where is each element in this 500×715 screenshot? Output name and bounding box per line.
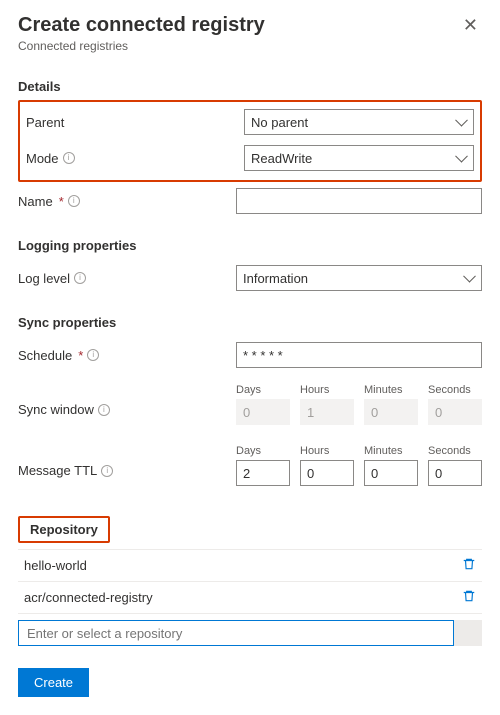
schedule-label: Schedule [18, 348, 72, 363]
section-logging-title: Logging properties [18, 238, 482, 253]
loglevel-select[interactable]: Information [236, 265, 482, 291]
minutes-label: Minutes [364, 384, 418, 396]
required-indicator: * [78, 348, 83, 363]
repository-item: hello-world [18, 550, 482, 582]
info-icon[interactable]: i [87, 349, 99, 361]
loglevel-label: Log level [18, 271, 70, 286]
info-icon[interactable]: i [98, 404, 110, 416]
page-title: Create connected registry [18, 14, 265, 37]
repository-name: acr/connected-registry [24, 590, 153, 605]
name-label: Name [18, 194, 53, 209]
seconds-label: Seconds [428, 445, 482, 457]
syncwindow-seconds-input [428, 399, 482, 425]
minutes-label: Minutes [364, 445, 418, 457]
panel-footer: Create [18, 668, 482, 697]
syncwindow-hours-input [300, 399, 354, 425]
syncwindow-minutes-input [364, 399, 418, 425]
mode-select[interactable]: ReadWrite [244, 145, 474, 171]
trash-icon[interactable] [462, 589, 476, 606]
hours-label: Hours [300, 445, 354, 457]
repository-name: hello-world [24, 558, 87, 573]
message-ttl-group: Days Hours Minutes Seconds [236, 445, 482, 486]
trash-icon[interactable] [462, 557, 476, 574]
repo-add-spacer [454, 620, 482, 646]
repository-section: Repository hello-world acr/connected-reg… [18, 516, 482, 646]
syncwindow-label: Sync window [18, 402, 94, 417]
section-details-title: Details [18, 79, 482, 94]
info-icon[interactable]: i [63, 152, 75, 164]
syncwindow-days-input [236, 399, 290, 425]
sync-window-group: Days Hours Minutes Seconds [236, 384, 482, 425]
panel-header: Create connected registry Connected regi… [18, 14, 482, 53]
mode-label: Mode [26, 151, 59, 166]
schedule-input[interactable] [236, 342, 482, 368]
repository-add-row [18, 614, 482, 646]
repository-header: Repository [18, 516, 110, 543]
name-input[interactable] [236, 188, 482, 214]
messagettl-days-input[interactable] [236, 460, 290, 486]
parent-select[interactable]: No parent [244, 109, 474, 135]
details-highlight-box: Parent No parent Mode i ReadWrite [18, 100, 482, 182]
messagettl-seconds-input[interactable] [428, 460, 482, 486]
parent-label: Parent [26, 115, 64, 130]
required-indicator: * [59, 194, 64, 209]
section-sync-title: Sync properties [18, 315, 482, 330]
repository-list: hello-world acr/connected-registry [18, 549, 482, 614]
seconds-label: Seconds [428, 384, 482, 396]
messagettl-minutes-input[interactable] [364, 460, 418, 486]
breadcrumb: Connected registries [18, 39, 265, 53]
messagettl-label: Message TTL [18, 463, 97, 478]
info-icon[interactable]: i [101, 465, 113, 477]
close-icon[interactable]: ✕ [459, 14, 482, 36]
repository-item: acr/connected-registry [18, 582, 482, 614]
hours-label: Hours [300, 384, 354, 396]
create-button[interactable]: Create [18, 668, 89, 697]
messagettl-hours-input[interactable] [300, 460, 354, 486]
info-icon[interactable]: i [74, 272, 86, 284]
info-icon[interactable]: i [68, 195, 80, 207]
days-label: Days [236, 445, 290, 457]
repository-add-input[interactable] [18, 620, 454, 646]
create-connected-registry-panel: Create connected registry Connected regi… [0, 0, 500, 715]
days-label: Days [236, 384, 290, 396]
